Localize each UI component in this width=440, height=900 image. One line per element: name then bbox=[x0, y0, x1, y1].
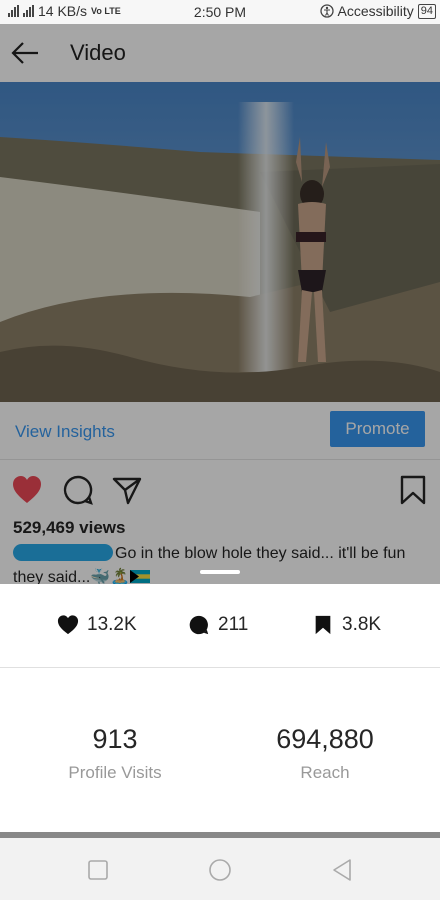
back-triangle-icon[interactable] bbox=[330, 858, 354, 882]
insights-row: View Insights Promote bbox=[0, 402, 440, 460]
insights-sheet: 13.2K 211 3.8K 913 Profile Visits 694,88… bbox=[0, 584, 440, 834]
arrow-left-icon[interactable] bbox=[10, 40, 40, 66]
likes-count: 13.2K bbox=[57, 614, 137, 636]
accessibility-label: Accessibility bbox=[337, 3, 414, 19]
sheet-drag-handle[interactable] bbox=[200, 570, 240, 574]
reach-value: 694,880 bbox=[276, 724, 374, 754]
app-header: Video bbox=[0, 24, 440, 82]
system-nav-bar bbox=[0, 838, 440, 900]
promote-button[interactable]: Promote bbox=[330, 411, 425, 447]
battery-icon: 94 bbox=[417, 3, 436, 19]
view-insights-link[interactable]: View Insights bbox=[15, 422, 115, 442]
comment-icon[interactable] bbox=[62, 474, 94, 506]
status-bar: 14 KB/s Vo LTE 2:50 PM Accessibility 94 bbox=[0, 0, 440, 24]
bahamas-flag-icon bbox=[130, 570, 151, 583]
comments-value: 211 bbox=[218, 614, 249, 635]
saves-value: 3.8K bbox=[342, 614, 382, 635]
bookmark-icon[interactable] bbox=[397, 474, 429, 506]
reach-label: Reach bbox=[300, 763, 350, 782]
redacted-username bbox=[13, 544, 113, 561]
comments-count: 211 bbox=[188, 614, 248, 636]
page-title: Video bbox=[70, 40, 126, 65]
profile-visits-value: 913 bbox=[92, 724, 138, 754]
status-right: Accessibility 94 bbox=[319, 3, 436, 19]
recents-square-icon[interactable] bbox=[86, 858, 110, 882]
bookmark-filled-icon bbox=[315, 615, 331, 635]
engagement-counts: 13.2K 211 3.8K bbox=[0, 584, 440, 668]
heart-icon[interactable] bbox=[11, 474, 43, 506]
view-count: 529,469 views bbox=[13, 518, 126, 537]
post-caption: Go in the blow hole they said... it'll b… bbox=[13, 542, 425, 590]
post-actions bbox=[0, 462, 440, 516]
saves-count: 3.8K bbox=[312, 614, 381, 636]
comment-filled-icon bbox=[189, 615, 209, 635]
share-icon[interactable] bbox=[111, 474, 143, 506]
heart-filled-icon bbox=[57, 615, 79, 635]
video-player[interactable] bbox=[0, 82, 440, 402]
likes-value: 13.2K bbox=[87, 614, 137, 635]
accessibility-icon bbox=[319, 4, 334, 18]
profile-visits-label: Profile Visits bbox=[68, 763, 162, 782]
profile-visits-stat: 913 Profile Visits bbox=[15, 724, 215, 783]
reach-stat: 694,880 Reach bbox=[225, 724, 425, 783]
home-circle-icon[interactable] bbox=[208, 858, 232, 882]
